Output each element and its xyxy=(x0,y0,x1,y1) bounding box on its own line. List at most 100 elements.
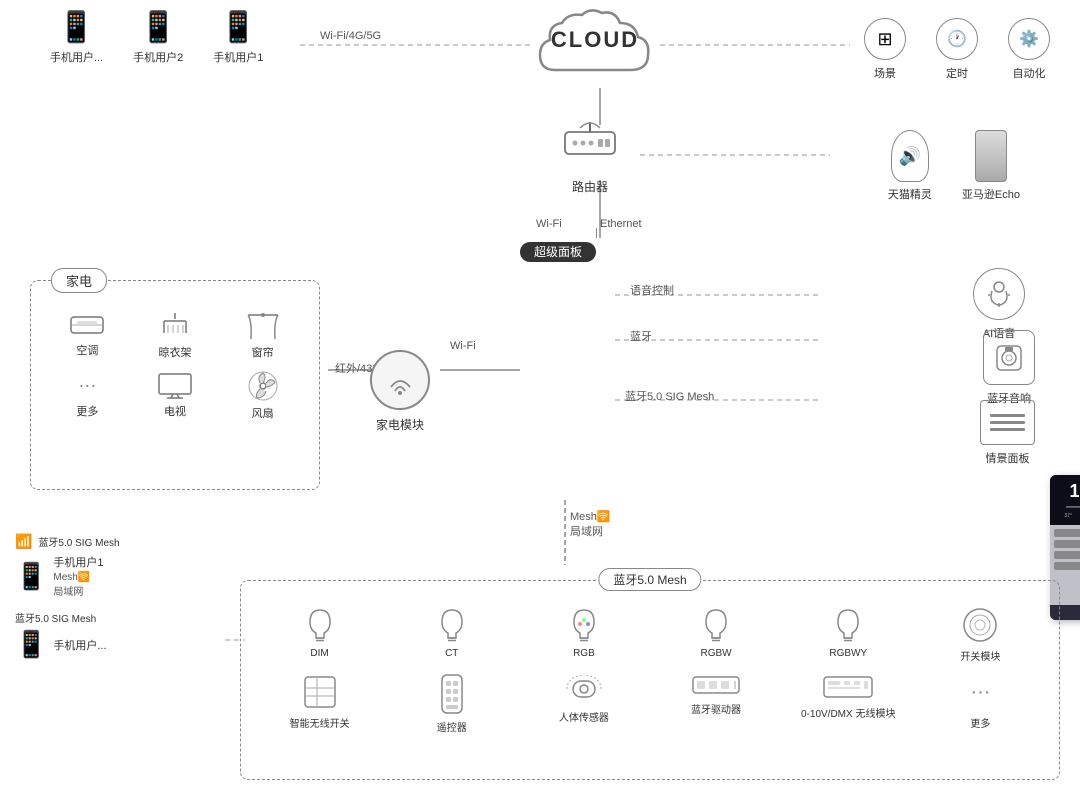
bt-sig-mesh-tag1: 📶 蓝牙5.0 SIG Mesh xyxy=(15,533,120,550)
tv-icon xyxy=(157,370,193,400)
dim-icon xyxy=(304,606,336,644)
more2-item: ··· 更多 xyxy=(917,673,1044,734)
bluetooth-label: 蓝牙 xyxy=(630,328,652,344)
amazon-label: 亚马逊Echo xyxy=(962,186,1020,202)
panel-bar-1 xyxy=(1054,529,1080,537)
fan-item: 风扇 xyxy=(221,370,304,421)
curtain-label: 窗帘 xyxy=(252,344,274,360)
appliance-grid: 空调 晾衣架 xyxy=(46,311,304,421)
pir-icon xyxy=(563,673,605,705)
diagram: 📱 手机用户... 📱 手机用户2 📱 手机用户1 Wi-Fi/4G/5G CL… xyxy=(0,0,1080,790)
left-phone2-group: 蓝牙5.0 SIG Mesh 📱 手机用户... xyxy=(15,610,120,660)
bt-driver-icon xyxy=(691,673,741,697)
super-panel-label: 超级面板 xyxy=(520,242,596,262)
left-phone1-icon: 📱 xyxy=(15,561,47,592)
tv-item: 电视 xyxy=(134,370,217,421)
timer-icon: 🕐 xyxy=(936,18,978,60)
phone1-with-label: 📱 手机用户1 Mesh🛜 局域网 xyxy=(15,554,120,598)
remote-label: 遥控器 xyxy=(437,719,467,734)
bt-sig-label-1: 蓝牙5.0 SIG Mesh xyxy=(38,534,119,549)
phone-item-1: 📱 手机用户2 xyxy=(133,10,183,65)
curtain-icon xyxy=(246,311,280,341)
phone-label-0: 手机用户... xyxy=(50,49,103,65)
phone-icon-1: 📱 xyxy=(140,10,177,45)
rgbwy-icon xyxy=(832,606,864,644)
left-phone1-label: 手机用户1 xyxy=(53,554,103,570)
phone-icon-0: 📱 xyxy=(58,10,95,45)
scene-line-2 xyxy=(990,421,1025,424)
rack-item: 晾衣架 xyxy=(134,311,217,360)
rack-label: 晾衣架 xyxy=(158,344,191,360)
mesh-local-label: Mesh🛜 局域网 xyxy=(570,510,611,541)
super-panel-label-wrapper: 超级面板 xyxy=(520,243,596,261)
router-label: 路由器 xyxy=(560,178,620,195)
more2-label: 更多 xyxy=(970,715,990,730)
rgb-label: RGB xyxy=(573,648,595,659)
scene-panel-label: 情景面板 xyxy=(986,450,1030,466)
amazon-icon xyxy=(975,130,1007,182)
wifi-4g-label: Wi-Fi/4G/5G xyxy=(320,30,381,42)
mesh-grid-row1: DIM CT xyxy=(256,606,1044,663)
more-item: ··· 更多 xyxy=(46,370,129,421)
panel-time: 13:14 xyxy=(1054,481,1080,502)
ct-item: CT xyxy=(388,606,515,663)
phones-top-section: 📱 手机用户... 📱 手机用户2 📱 手机用户1 xyxy=(50,10,263,65)
left-bottom-section: 📶 蓝牙5.0 SIG Mesh 📱 手机用户1 Mesh🛜 局域网 蓝牙5.0… xyxy=(15,533,120,660)
ai-mic-svg xyxy=(984,279,1014,309)
auto-icon-item: ⚙️ 自动化 xyxy=(1008,18,1050,81)
phone-item-2: 📱 手机用户1 xyxy=(213,10,263,65)
scene-line-1 xyxy=(990,414,1025,417)
tmall-icon: 🔊 xyxy=(891,130,929,182)
dmx-label: 0-10V/DMX 无线模块 xyxy=(801,705,895,720)
scene-line-3 xyxy=(990,428,1025,431)
phone-item-0: 📱 手机用户... xyxy=(50,10,103,65)
voice-control-label: 语音控制 xyxy=(630,282,674,298)
rgbw-icon xyxy=(700,606,732,644)
home-appliance-box: 家电 空调 xyxy=(30,280,320,490)
scene-panel-item: 情景面板 xyxy=(980,400,1035,466)
local-net-text: 局域网 xyxy=(570,525,611,540)
bt-speaker-icon xyxy=(983,330,1035,385)
left-phone2-icon: 📱 xyxy=(15,629,47,660)
timer-label: 定时 xyxy=(946,65,968,81)
mesh-local-left-label: Mesh🛜 xyxy=(53,572,103,583)
bt-driver-label: 蓝牙驱动器 xyxy=(691,701,741,716)
tv-label: 电视 xyxy=(164,403,186,419)
timer-icon-item: 🕐 定时 xyxy=(936,18,978,81)
home-module-label: 家电模块 xyxy=(376,416,424,433)
more2-icon: ··· xyxy=(970,673,990,711)
tmall-item: 🔊 天猫精灵 xyxy=(888,130,932,202)
wireless-switch-icon xyxy=(301,673,339,711)
cloud-label: CLOUD xyxy=(551,27,639,53)
rgbw-label: RGBW xyxy=(701,648,732,659)
router-container: 路由器 xyxy=(560,120,620,195)
switch-module-label: 开关模块 xyxy=(960,648,1000,663)
phone2-with-label: 📱 手机用户... xyxy=(15,629,120,660)
mesh-box-title: 蓝牙5.0 Mesh xyxy=(598,568,701,591)
switch-module-icon xyxy=(961,606,999,644)
dim-label: DIM xyxy=(310,648,328,659)
scene-label: 场景 xyxy=(874,65,896,81)
dim-item: DIM xyxy=(256,606,383,663)
mesh-grid-row2: 智能无线开关 遥控器 xyxy=(256,673,1044,734)
remote-item: 遥控器 xyxy=(388,673,515,734)
left-phone1-group: 📶 蓝牙5.0 SIG Mesh 📱 手机用户1 Mesh🛜 局域网 xyxy=(15,533,120,598)
panel-bar-2 xyxy=(1054,540,1080,548)
rgbwy-item: RGBWY xyxy=(785,606,912,663)
auto-label: 自动化 xyxy=(1013,65,1046,81)
ct-label: CT xyxy=(445,648,458,659)
speaker-svg xyxy=(993,342,1025,374)
panel-stats: 37°60%89% xyxy=(1054,511,1080,521)
router-icon xyxy=(560,120,620,174)
pir-item: 人体传感器 xyxy=(520,673,647,734)
ac-label: 空调 xyxy=(76,342,98,358)
wifi-short-label: Wi-Fi xyxy=(536,218,562,230)
bt-sig-mesh-label: 蓝牙5.0 SIG Mesh xyxy=(625,388,714,404)
home-module-circle xyxy=(370,350,430,410)
router-svg xyxy=(560,120,620,165)
left-phone2-label: 手机用户... xyxy=(53,637,106,653)
rack-icon xyxy=(160,311,190,341)
bt-speaker-item: 蓝牙音响 xyxy=(983,330,1035,406)
panel-bar-4 xyxy=(1054,562,1080,570)
scene-panel-icon xyxy=(980,400,1035,445)
